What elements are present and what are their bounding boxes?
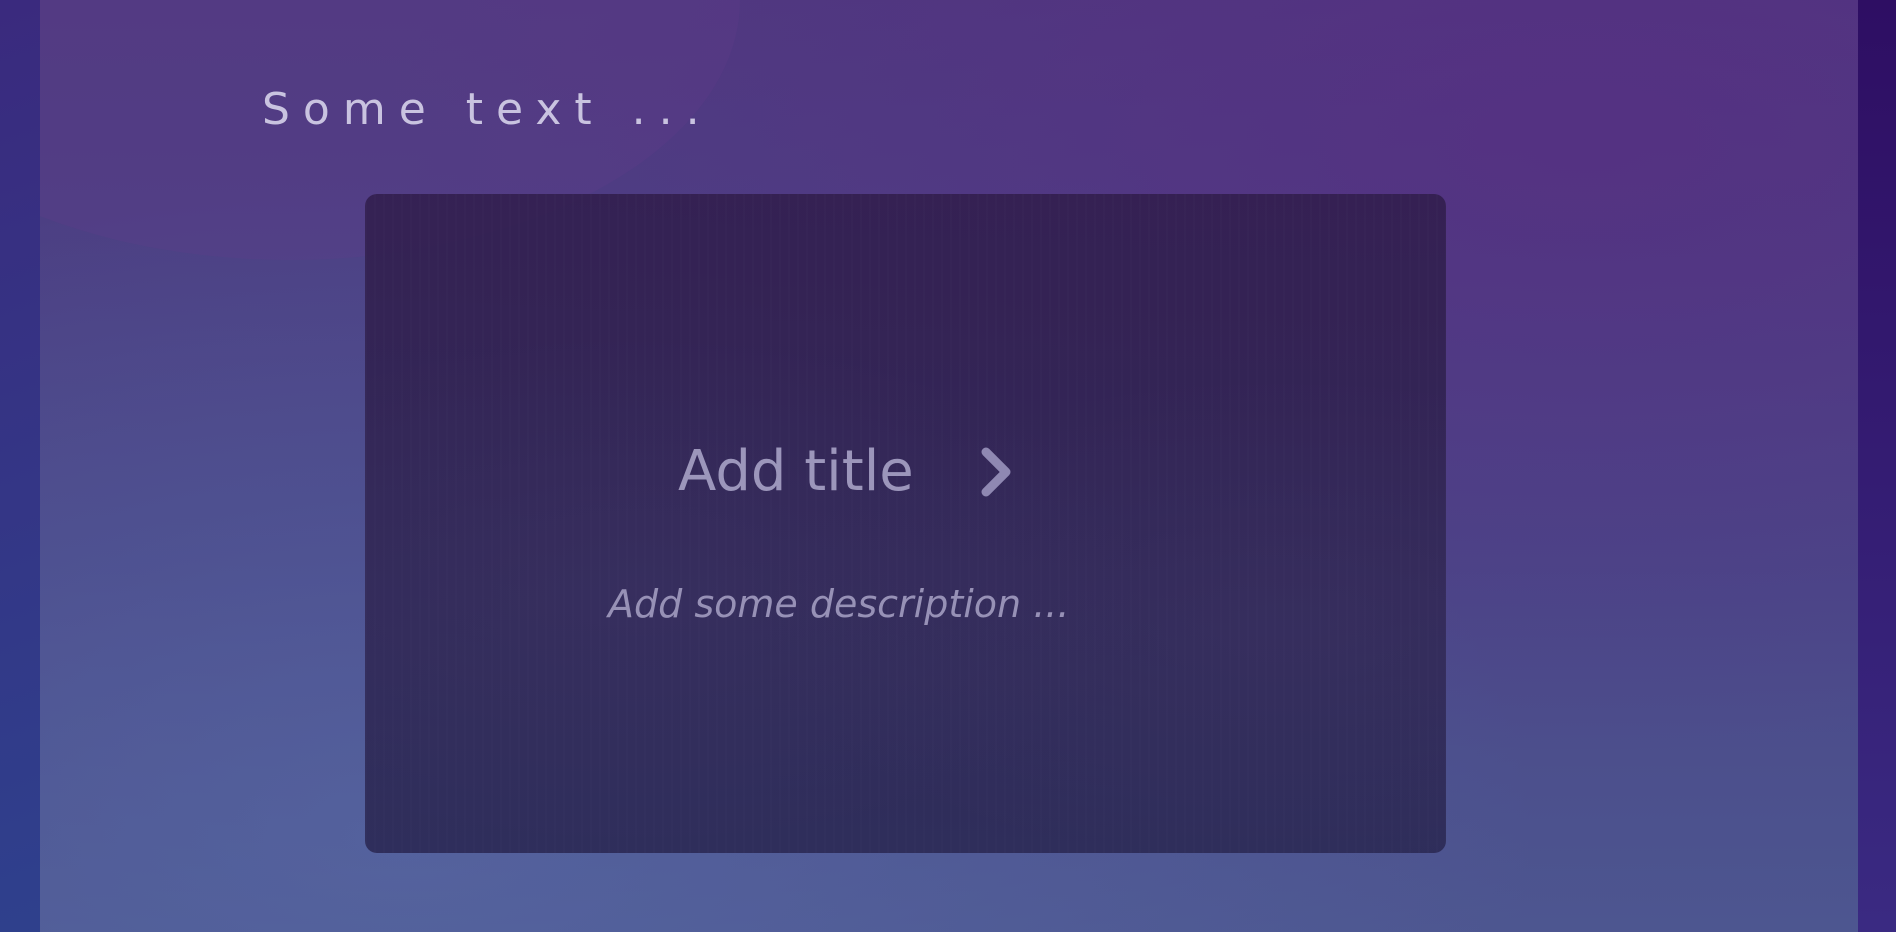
- card-description[interactable]: Add some description ...: [608, 582, 1069, 626]
- content-panel: Some text ... Add title Add some descrip…: [40, 0, 1858, 932]
- section-heading: Some text ...: [262, 84, 713, 135]
- chevron-right-icon[interactable]: [978, 446, 1014, 498]
- card-title[interactable]: Add title: [678, 439, 914, 504]
- content-card[interactable]: Add title Add some description ...: [365, 194, 1446, 853]
- card-title-link[interactable]: Add title: [678, 439, 1014, 504]
